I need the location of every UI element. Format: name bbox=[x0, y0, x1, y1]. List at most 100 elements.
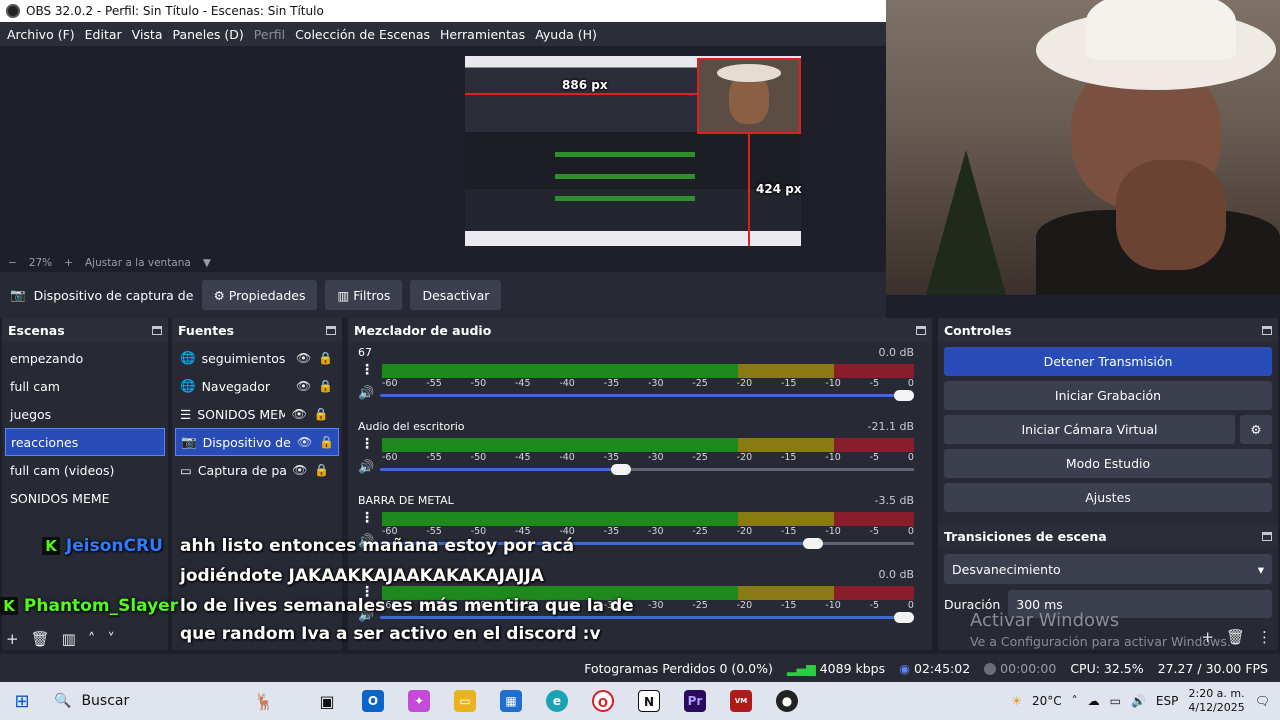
menu-ayuda[interactable]: Ayuda (H) bbox=[530, 27, 602, 42]
outlook-icon[interactable]: O bbox=[350, 682, 396, 720]
slider-knob[interactable] bbox=[894, 612, 914, 623]
zoom-fit-button[interactable]: Ajustar a la ventana bbox=[85, 257, 191, 269]
lock-icon[interactable]: 🔒 bbox=[319, 435, 335, 449]
source-item[interactable]: 🌐 Navegador 👁 🔒 bbox=[172, 372, 342, 400]
eye-icon[interactable]: 👁 bbox=[296, 379, 312, 393]
menu-vista[interactable]: Vista bbox=[127, 27, 168, 42]
add-icon[interactable]: + bbox=[6, 630, 19, 648]
eye-icon[interactable]: 👁 bbox=[292, 463, 308, 477]
eye-icon[interactable]: 👁 bbox=[297, 435, 313, 449]
undock-icon[interactable] bbox=[152, 325, 162, 335]
trash-icon[interactable]: 🗑 bbox=[1226, 628, 1245, 646]
menu-coleccion-escenas[interactable]: Colección de Escenas bbox=[290, 27, 435, 42]
scene-item[interactable]: empezando bbox=[2, 344, 168, 372]
volume-slider[interactable] bbox=[380, 464, 914, 475]
lock-icon[interactable]: 🔒 bbox=[318, 351, 334, 365]
scene-item[interactable]: juegos bbox=[2, 400, 168, 428]
properties-button[interactable]: ⚙ Propiedades bbox=[201, 280, 318, 310]
speaker-icon[interactable]: 🔊 bbox=[358, 386, 374, 401]
meter-tick-label: -60 bbox=[382, 600, 398, 611]
lock-icon[interactable]: 🔒 bbox=[313, 407, 329, 421]
lock-icon[interactable]: 🔒 bbox=[314, 463, 330, 477]
source-item[interactable]: 🌐 seguimientos 👁 🔒 bbox=[172, 344, 342, 372]
menu-perfil[interactable]: Perfil bbox=[249, 27, 290, 42]
more-options-icon[interactable]: ⋮ bbox=[1257, 628, 1272, 646]
source-item[interactable]: ▭ Captura de pan 👁 🔒 bbox=[172, 456, 342, 484]
more-options-icon[interactable]: ⋮ bbox=[360, 510, 374, 526]
zoom-dropdown-icon[interactable]: ▼ bbox=[203, 257, 211, 269]
stop-stream-button[interactable]: Detener Transmisión bbox=[944, 347, 1272, 376]
menu-archivo[interactable]: Archivo (F) bbox=[2, 27, 80, 42]
menu-editar[interactable]: Editar bbox=[80, 27, 127, 42]
filters-button[interactable]: ▥ Filtros bbox=[325, 280, 403, 310]
premiere-icon[interactable]: Pr bbox=[672, 682, 718, 720]
scene-item[interactable]: full cam bbox=[2, 372, 168, 400]
settings-button[interactable]: Ajustes bbox=[944, 483, 1272, 512]
preview-area[interactable]: 886 px 424 px bbox=[0, 46, 886, 254]
scene-item[interactable]: SONIDOS MEME bbox=[2, 484, 168, 512]
volume-slider[interactable] bbox=[380, 390, 914, 401]
scene-item-selected[interactable]: reacciones bbox=[5, 428, 165, 456]
speaker-icon[interactable]: 🔊 bbox=[358, 608, 374, 623]
virtual-camera-settings-button[interactable]: ⚙ bbox=[1240, 415, 1272, 444]
notion-icon[interactable]: N bbox=[626, 682, 672, 720]
file-explorer-icon[interactable]: ▭ bbox=[442, 682, 488, 720]
zoom-bar: − 27% + Ajustar a la ventana ▼ bbox=[0, 254, 886, 272]
eye-icon[interactable]: 👁 bbox=[291, 407, 307, 421]
preview-canvas[interactable] bbox=[465, 56, 801, 246]
network-icon[interactable]: ☁ bbox=[1088, 694, 1100, 708]
deactivate-button[interactable]: Desactivar bbox=[410, 280, 502, 310]
edge-icon[interactable]: e bbox=[534, 682, 580, 720]
language-indicator[interactable]: ESP bbox=[1156, 694, 1178, 708]
more-options-icon[interactable]: ⋮ bbox=[360, 584, 374, 600]
store-icon[interactable]: ▦ bbox=[488, 682, 534, 720]
source-item-selected[interactable]: 📷 Dispositivo de c 👁 🔒 bbox=[175, 428, 339, 456]
menu-paneles[interactable]: Paneles (D) bbox=[168, 27, 249, 42]
scene-item[interactable]: full cam (videos) bbox=[2, 456, 168, 484]
undock-icon[interactable] bbox=[326, 325, 336, 335]
zoom-in-button[interactable]: + bbox=[64, 257, 73, 269]
slider-knob[interactable] bbox=[894, 390, 914, 401]
speaker-icon[interactable]: 🔊 bbox=[358, 460, 374, 475]
taskbar-search[interactable]: 🔍 Buscar bbox=[44, 682, 224, 720]
copilot-icon[interactable]: ✦ bbox=[396, 682, 442, 720]
virtual-camera-button[interactable]: Iniciar Cámara Virtual bbox=[944, 415, 1235, 444]
add-icon[interactable]: + bbox=[1201, 628, 1214, 646]
zoom-out-button[interactable]: − bbox=[8, 257, 17, 269]
undock-icon[interactable] bbox=[1262, 325, 1272, 335]
volume-icon[interactable]: 🔊 bbox=[1131, 694, 1146, 708]
windows-start-icon[interactable]: ⊞ bbox=[0, 691, 44, 712]
undock-icon[interactable] bbox=[1262, 531, 1272, 541]
more-options-icon[interactable]: ⋮ bbox=[360, 436, 374, 452]
search-highlight-image[interactable]: 🦌 bbox=[224, 682, 304, 720]
trash-icon[interactable]: 🗑 bbox=[31, 630, 50, 648]
preview-selected-source[interactable] bbox=[697, 58, 801, 134]
weather-temp[interactable]: 20°C bbox=[1032, 694, 1062, 708]
battery-icon[interactable]: ▭ bbox=[1110, 694, 1121, 708]
eye-icon[interactable]: 👁 bbox=[296, 351, 312, 365]
undock-icon[interactable] bbox=[916, 325, 926, 335]
volume-slider[interactable] bbox=[380, 538, 914, 549]
more-options-icon[interactable]: ⋮ bbox=[360, 362, 374, 378]
opera-icon[interactable]: O bbox=[580, 682, 626, 720]
studio-mode-button[interactable]: Modo Estudio bbox=[944, 449, 1272, 478]
task-view-icon[interactable]: ▣ bbox=[304, 682, 350, 720]
obs-icon[interactable]: ● bbox=[764, 682, 810, 720]
lock-icon[interactable]: 🔒 bbox=[318, 379, 334, 393]
source-item[interactable]: ☰ SONIDOS MEM 👁 🔒 bbox=[172, 400, 342, 428]
menu-herramientas[interactable]: Herramientas bbox=[435, 27, 530, 42]
chevron-up-icon[interactable]: ˄ bbox=[88, 630, 96, 648]
voicemeeter-icon[interactable]: VM bbox=[718, 682, 764, 720]
notification-icon[interactable]: 🗨 bbox=[1255, 694, 1270, 708]
taskbar-clock[interactable]: 2:20 a. m. 4/12/2025 bbox=[1188, 687, 1244, 715]
chevron-down-icon[interactable]: ˅ bbox=[107, 630, 115, 648]
volume-slider[interactable] bbox=[380, 612, 914, 623]
filter-icon[interactable]: ▥ bbox=[62, 630, 76, 648]
speaker-icon[interactable]: 🔊 bbox=[358, 534, 374, 549]
slider-knob[interactable] bbox=[610, 464, 631, 475]
transition-select[interactable]: Desvanecimiento ▾ bbox=[944, 554, 1272, 584]
transition-selected: Desvanecimiento bbox=[952, 561, 1061, 577]
chevron-up-icon[interactable]: ˄ bbox=[1072, 694, 1078, 708]
start-recording-button[interactable]: Iniciar Grabación bbox=[944, 381, 1272, 410]
slider-knob[interactable] bbox=[803, 538, 824, 549]
